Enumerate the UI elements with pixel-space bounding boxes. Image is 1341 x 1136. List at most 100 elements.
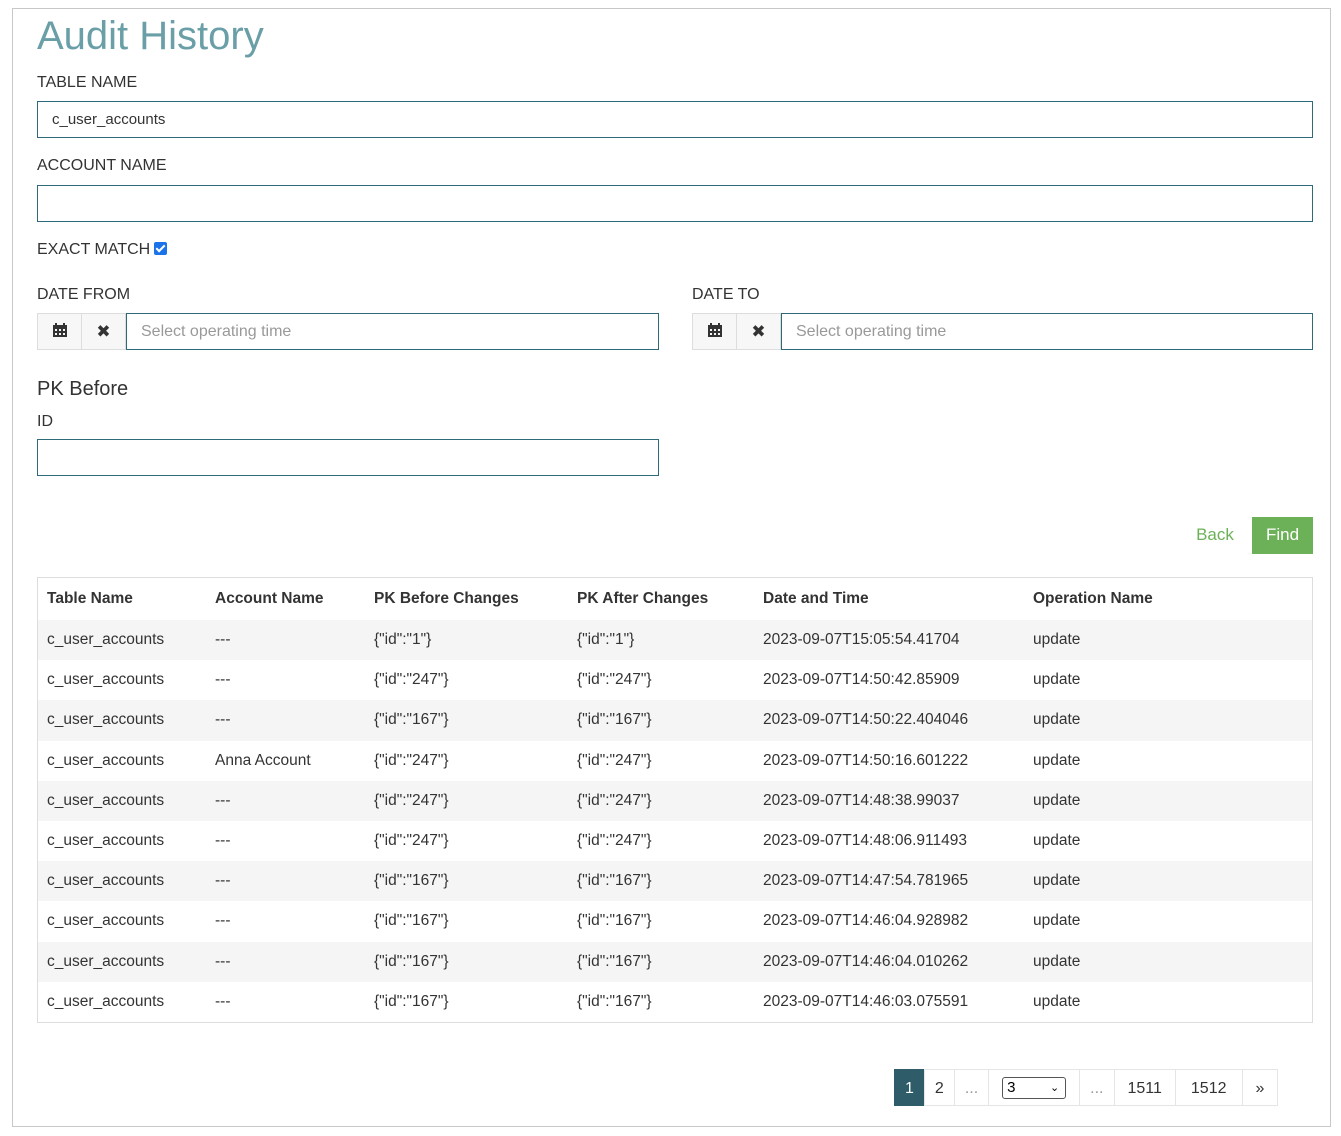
table-cell: {"id":"167"} [374, 952, 449, 970]
close-icon: ✖ [751, 321, 766, 341]
table-cell: c_user_accounts [47, 751, 165, 769]
exact-match-checkbox[interactable] [154, 242, 168, 255]
table-cell: {"id":"167"} [577, 872, 652, 890]
table-cell: {"id":"167"} [577, 952, 652, 970]
table-cell: {"id":"167"} [577, 912, 652, 930]
table-row: c_user_accounts --- {"id":"247"} {"id":"247… [38, 780, 1312, 821]
column-header: PK Before Changes [374, 590, 519, 607]
table-cell: {"id":"1"} [577, 631, 635, 649]
table-cell: update [1033, 671, 1081, 689]
table-cell: {"id":"167"} [577, 992, 652, 1010]
table-cell: --- [215, 872, 231, 890]
page-1511-button[interactable]: 1511 [1113, 1069, 1176, 1106]
page-2-button[interactable]: 2 [923, 1069, 955, 1106]
table-cell: 2023-09-07T14:47:54.781965 [763, 872, 969, 890]
table-cell: {"id":"247"} [374, 832, 449, 850]
table-cell: 2023-09-07T14:50:42.85909 [763, 671, 960, 689]
pagination-ellipsis: ... [1079, 1069, 1115, 1106]
table-row: c_user_accounts --- {"id":"167"} {"id":"167… [38, 901, 1312, 941]
table-row: c_user_accounts --- {"id":"167"} {"id":"167… [38, 700, 1312, 741]
table-cell: update [1033, 711, 1081, 729]
table-cell: {"id":"167"} [374, 912, 449, 930]
table-cell: update [1033, 872, 1081, 890]
column-header: Table Name [47, 590, 133, 607]
date-from-clear-button[interactable]: ✖ [81, 313, 126, 350]
table-cell: {"id":"247"} [577, 751, 652, 769]
calendar-icon [52, 322, 67, 342]
table-cell: 2023-09-07T14:48:38.99037 [763, 791, 960, 809]
table-row: c_user_accounts --- {"id":"167"} {"id":"167… [38, 941, 1312, 982]
account-name-input[interactable] [37, 185, 1313, 222]
table-cell: {"id":"247"} [374, 791, 449, 809]
column-header: Operation Name [1033, 590, 1153, 607]
calendar-icon [707, 322, 722, 342]
pk-before-heading: PK Before [37, 378, 129, 400]
date-from-calendar-button[interactable] [37, 313, 82, 350]
table-cell: {"id":"247"} [374, 751, 449, 769]
table-cell: update [1033, 952, 1081, 970]
table-header-row: Table Name Account Name PK Before Change… [38, 578, 1312, 620]
page-select[interactable]: 3 ⌄ [988, 1069, 1081, 1106]
column-header: Account Name [215, 590, 324, 607]
table-cell: --- [215, 992, 231, 1010]
table-cell: {"id":"247"} [577, 791, 652, 809]
date-to-label: DATE TO [692, 286, 760, 303]
date-to-input[interactable]: Select operating time [781, 313, 1313, 350]
back-button[interactable]: Back [1186, 517, 1244, 553]
date-to-calendar-button[interactable] [692, 313, 737, 350]
table-row: c_user_accounts --- {"id":"247"} {"id":"247… [38, 660, 1312, 700]
date-to-clear-button[interactable]: ✖ [736, 313, 781, 350]
table-cell: {"id":"247"} [577, 832, 652, 850]
page-1-button[interactable]: 1 [894, 1069, 925, 1106]
table-row: c_user_accounts --- {"id":"247"} {"id":"247… [38, 821, 1312, 861]
table-cell: {"id":"247"} [374, 671, 449, 689]
table-name-input[interactable]: c_user_accounts [37, 101, 1313, 138]
pagination-ellipsis: ... [953, 1069, 990, 1106]
table-cell: update [1033, 832, 1081, 850]
page-title: Audit History [37, 14, 264, 58]
table-cell: update [1033, 631, 1081, 649]
table-cell: 2023-09-07T14:50:16.601222 [763, 751, 969, 769]
table-cell: --- [215, 631, 231, 649]
table-cell: 2023-09-07T14:48:06.911493 [763, 832, 967, 850]
page-select-value: 3 [1007, 1078, 1016, 1096]
table-cell: 2023-09-07T14:46:04.010262 [763, 952, 969, 970]
table-cell: c_user_accounts [47, 832, 165, 850]
account-name-label: ACCOUNT NAME [37, 157, 167, 174]
page-1512-button[interactable]: 1512 [1174, 1069, 1243, 1106]
page-select-dropdown[interactable]: 3 ⌄ [1002, 1076, 1067, 1099]
audit-table: Table Name Account Name PK Before Change… [37, 577, 1313, 1023]
table-cell: c_user_accounts [47, 912, 165, 930]
date-from-label: DATE FROM [37, 286, 131, 303]
table-cell: c_user_accounts [47, 872, 165, 890]
table-cell: update [1033, 751, 1081, 769]
find-button[interactable]: Find [1252, 517, 1313, 554]
table-cell: c_user_accounts [47, 671, 165, 689]
table-cell: {"id":"167"} [374, 872, 449, 890]
table-cell: {"id":"167"} [577, 711, 652, 729]
table-cell: --- [215, 671, 231, 689]
table-cell: {"id":"167"} [374, 711, 449, 729]
table-cell: {"id":"1"} [374, 631, 432, 649]
table-row: c_user_accounts Anna Account {"id":"247"} {… [38, 741, 1312, 781]
table-name-label: TABLE NAME [37, 74, 138, 91]
table-cell: --- [215, 711, 231, 729]
table-cell: {"id":"247"} [577, 671, 652, 689]
table-cell: c_user_accounts [47, 992, 165, 1010]
pagination: 1 2 ... 3 ⌄ ... 1511 1512 » [894, 1069, 1279, 1107]
table-row: c_user_accounts --- {"id":"167"} {"id":"167… [38, 861, 1312, 902]
table-cell: update [1033, 992, 1081, 1010]
table-cell: update [1033, 791, 1081, 809]
table-cell: 2023-09-07T15:05:54.41704 [763, 631, 960, 649]
table-row: c_user_accounts --- {"id":"1"} {"id":"1"} 20… [38, 620, 1312, 661]
date-from-input[interactable]: Select operating time [126, 313, 659, 350]
table-cell: --- [215, 791, 231, 809]
table-cell: 2023-09-07T14:46:03.075591 [763, 992, 969, 1010]
table-cell: --- [215, 952, 231, 970]
table-cell: c_user_accounts [47, 791, 165, 809]
next-page-button[interactable]: » [1241, 1069, 1279, 1106]
table-cell: update [1033, 912, 1081, 930]
table-cell: --- [215, 912, 231, 930]
id-input[interactable] [37, 439, 659, 476]
column-header: Date and Time [763, 590, 869, 607]
